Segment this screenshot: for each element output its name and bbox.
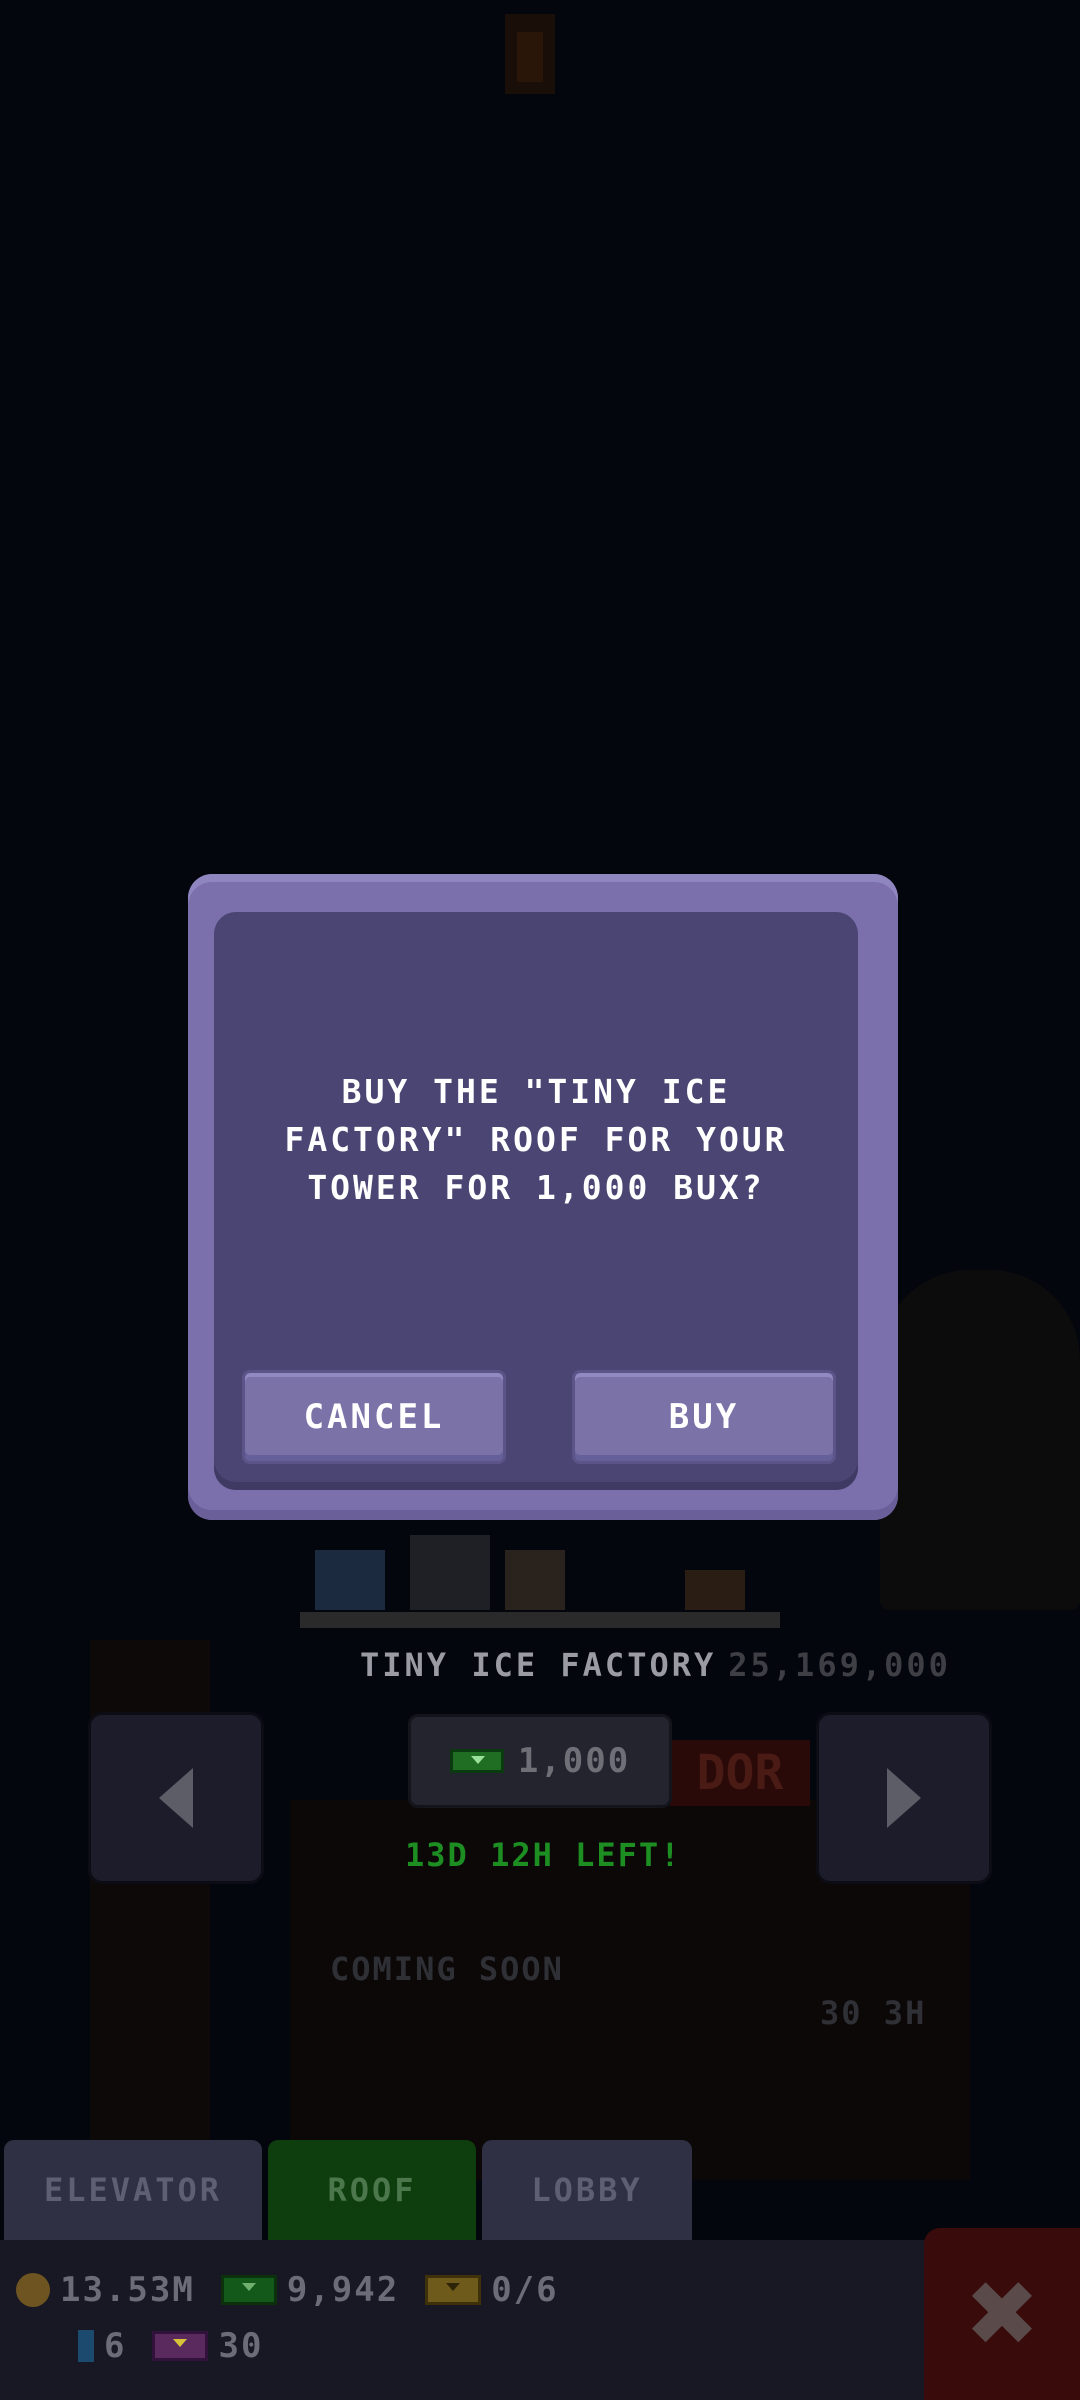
bux-icon <box>449 1749 504 1773</box>
gem-icon <box>78 2330 94 2362</box>
roof-machine <box>315 1550 385 1610</box>
roof-price: 1,000 <box>517 1741 631 1781</box>
arrow-left-icon <box>159 1768 193 1828</box>
background-tree <box>880 1270 1080 1610</box>
tab-roof[interactable]: ROOF <box>268 2140 476 2240</box>
coin-icon <box>16 2273 50 2307</box>
roof-dim-count: 25,169,000 <box>728 1646 951 1684</box>
roof-price-button[interactable]: 1,000 <box>408 1714 672 1808</box>
coins-value: 13.53M <box>60 2270 195 2310</box>
resources-bar: 13.53M 9,942 0/6 6 30 <box>0 2240 930 2400</box>
bux-value: 9,942 <box>286 2270 400 2310</box>
cancel-button[interactable]: CANCEL <box>242 1370 506 1464</box>
bux-icon <box>220 2275 277 2305</box>
previous-roof-button[interactable] <box>88 1712 264 1884</box>
resources-row-bottom: 6 30 <box>78 2326 263 2366</box>
arrow-right-icon <box>887 1768 921 1828</box>
gems-value: 6 <box>104 2326 127 2366</box>
close-icon: ✖ <box>964 2261 1040 2367</box>
next-roof-button[interactable] <box>816 1712 992 1884</box>
tab-elevator[interactable]: ELEVATOR <box>4 2140 262 2240</box>
ticket-icon <box>425 2275 482 2305</box>
roof-crate <box>505 1550 565 1610</box>
tv-icon <box>152 2331 209 2361</box>
sale-badge: DOR <box>670 1740 810 1806</box>
resources-row-top: 13.53M 9,942 0/6 <box>16 2270 559 2310</box>
roof-title: TINY ICE FACTORY 25,169,000 <box>360 1646 951 1684</box>
roof-floor <box>300 1612 780 1628</box>
coming-soon-time: 30 3H <box>820 1994 927 2032</box>
tickets-value: 0/6 <box>491 2270 559 2310</box>
buy-button[interactable]: BUY <box>572 1370 836 1464</box>
tab-lobby[interactable]: LOBBY <box>482 2140 692 2240</box>
tv-points-value: 30 <box>218 2326 264 2366</box>
close-button[interactable]: ✖ <box>924 2228 1080 2400</box>
roof-top-marker <box>505 14 555 94</box>
roof-machine <box>410 1535 490 1610</box>
time-left: 13D 12H LEFT! <box>405 1836 682 1874</box>
roof-box <box>685 1570 745 1610</box>
coming-soon-label: COMING SOON <box>330 1950 564 1988</box>
purchase-dialog-message: BUY THE "TINY ICE FACTORY" ROOF FOR YOUR… <box>284 1072 788 1207</box>
